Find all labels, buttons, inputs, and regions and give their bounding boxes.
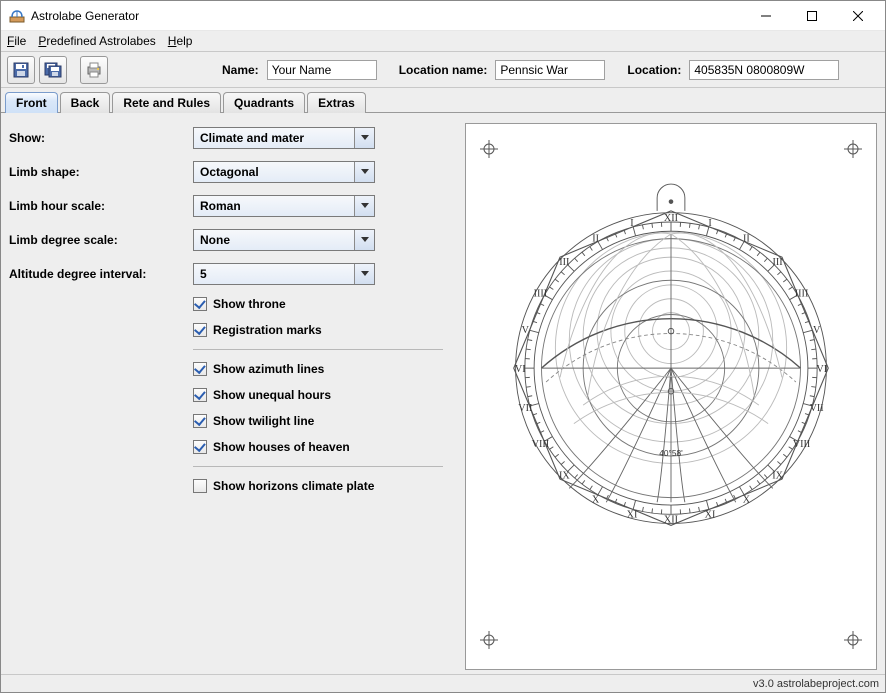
separator <box>193 466 443 467</box>
version-text: v3.0 astrolabeproject.com <box>753 678 879 690</box>
altitude-interval-label: Altitude degree interval: <box>9 267 193 281</box>
registration-marks-checkbox[interactable] <box>193 323 207 337</box>
show-label: Show: <box>9 131 193 145</box>
titlebar: Astrolabe Generator <box>1 1 885 31</box>
location-label: Location: <box>627 63 681 77</box>
chevron-down-icon <box>354 230 374 250</box>
location-name-input[interactable] <box>495 60 605 80</box>
show-azimuth-checkbox[interactable] <box>193 362 207 376</box>
tab-back[interactable]: Back <box>60 92 111 113</box>
statusbar: v3.0 astrolabeproject.com <box>1 674 885 692</box>
save-button[interactable] <box>7 56 35 84</box>
limb-shape-combo[interactable]: Octagonal <box>193 161 375 183</box>
tab-front[interactable]: Front <box>5 92 58 113</box>
svg-text:II: II <box>743 233 750 244</box>
svg-text:IIII: IIII <box>534 288 548 299</box>
name-label: Name: <box>222 63 259 77</box>
limb-hour-label: Limb hour scale: <box>9 199 193 213</box>
toolbar: Name: Location name: Location: <box>1 52 885 88</box>
save-all-button[interactable] <box>39 56 67 84</box>
svg-text:III: III <box>773 257 784 268</box>
registration-marks-label: Registration marks <box>213 323 322 337</box>
limb-shape-label: Limb shape: <box>9 165 193 179</box>
svg-text:III: III <box>559 257 570 268</box>
svg-text:VII: VII <box>518 403 533 414</box>
svg-text:XI: XI <box>627 509 638 520</box>
svg-text:V: V <box>813 325 821 336</box>
tab-rete-rules[interactable]: Rete and Rules <box>112 92 221 113</box>
registration-mark-icon <box>844 140 862 158</box>
show-combo[interactable]: Climate and mater <box>193 127 375 149</box>
close-button[interactable] <box>835 2 881 30</box>
svg-text:I: I <box>708 218 712 229</box>
menu-file[interactable]: File <box>7 34 26 48</box>
menubar: File Predefined Astrolabes Help <box>1 31 885 52</box>
chevron-down-icon <box>354 128 374 148</box>
show-twilight-label: Show twilight line <box>213 414 314 428</box>
svg-text:X: X <box>592 494 600 505</box>
registration-mark-icon <box>844 631 862 649</box>
astrolabe-diagram: XIIIIIIIIIIIIVVIVIIVIIIIXXXIXIIXIXIXVIII… <box>486 172 856 592</box>
minimize-button[interactable] <box>743 2 789 30</box>
svg-text:IIII: IIII <box>795 288 809 299</box>
location-name-label: Location name: <box>399 63 488 77</box>
show-unequal-hours-checkbox[interactable] <box>193 388 207 402</box>
svg-text:I: I <box>630 218 634 229</box>
chevron-down-icon <box>354 264 374 284</box>
tab-extras[interactable]: Extras <box>307 92 366 113</box>
menu-predefined[interactable]: Predefined Astrolabes <box>38 34 155 48</box>
chevron-down-icon <box>354 196 374 216</box>
registration-mark-icon <box>480 140 498 158</box>
show-twilight-checkbox[interactable] <box>193 414 207 428</box>
svg-text:VIII: VIII <box>793 439 811 450</box>
registration-mark-icon <box>480 631 498 649</box>
svg-text:VIII: VIII <box>532 439 550 450</box>
name-input[interactable] <box>267 60 377 80</box>
tabs-strip: Front Back Rete and Rules Quadrants Extr… <box>1 88 885 112</box>
show-throne-checkbox[interactable] <box>193 297 207 311</box>
svg-text:IX: IX <box>559 470 570 481</box>
limb-degree-label: Limb degree scale: <box>9 233 193 247</box>
svg-text:VII: VII <box>810 403 825 414</box>
preview-panel: XIIIIIIIIIIIIVVIVIIVIIIIXXXIXIIXIXIXVIII… <box>465 123 877 670</box>
show-houses-checkbox[interactable] <box>193 440 207 454</box>
separator <box>193 349 443 350</box>
tab-quadrants[interactable]: Quadrants <box>223 92 305 113</box>
menu-help[interactable]: Help <box>168 34 193 48</box>
svg-text:XII: XII <box>664 213 679 224</box>
svg-text:XII: XII <box>664 515 679 526</box>
svg-text:VI: VI <box>816 364 827 375</box>
svg-text:40°58': 40°58' <box>659 448 683 458</box>
show-horizons-label: Show horizons climate plate <box>213 479 374 493</box>
svg-text:V: V <box>522 325 530 336</box>
show-throne-label: Show throne <box>213 297 286 311</box>
app-icon <box>9 8 25 24</box>
maximize-button[interactable] <box>789 2 835 30</box>
chevron-down-icon <box>354 162 374 182</box>
show-horizons-checkbox[interactable] <box>193 479 207 493</box>
front-options-panel: Show: Climate and mater Limb shape: Octa… <box>9 123 457 670</box>
show-azimuth-label: Show azimuth lines <box>213 362 324 376</box>
svg-text:IX: IX <box>772 470 783 481</box>
window-title: Astrolabe Generator <box>31 9 139 23</box>
show-houses-label: Show houses of heaven <box>213 440 350 454</box>
limb-hour-combo[interactable]: Roman <box>193 195 375 217</box>
location-input[interactable] <box>689 60 839 80</box>
svg-text:II: II <box>592 233 599 244</box>
altitude-interval-combo[interactable]: 5 <box>193 263 375 285</box>
svg-text:VI: VI <box>515 364 526 375</box>
print-button[interactable] <box>80 56 108 84</box>
svg-text:XI: XI <box>705 509 716 520</box>
svg-text:X: X <box>743 494 751 505</box>
limb-degree-combo[interactable]: None <box>193 229 375 251</box>
show-unequal-hours-label: Show unequal hours <box>213 388 331 402</box>
